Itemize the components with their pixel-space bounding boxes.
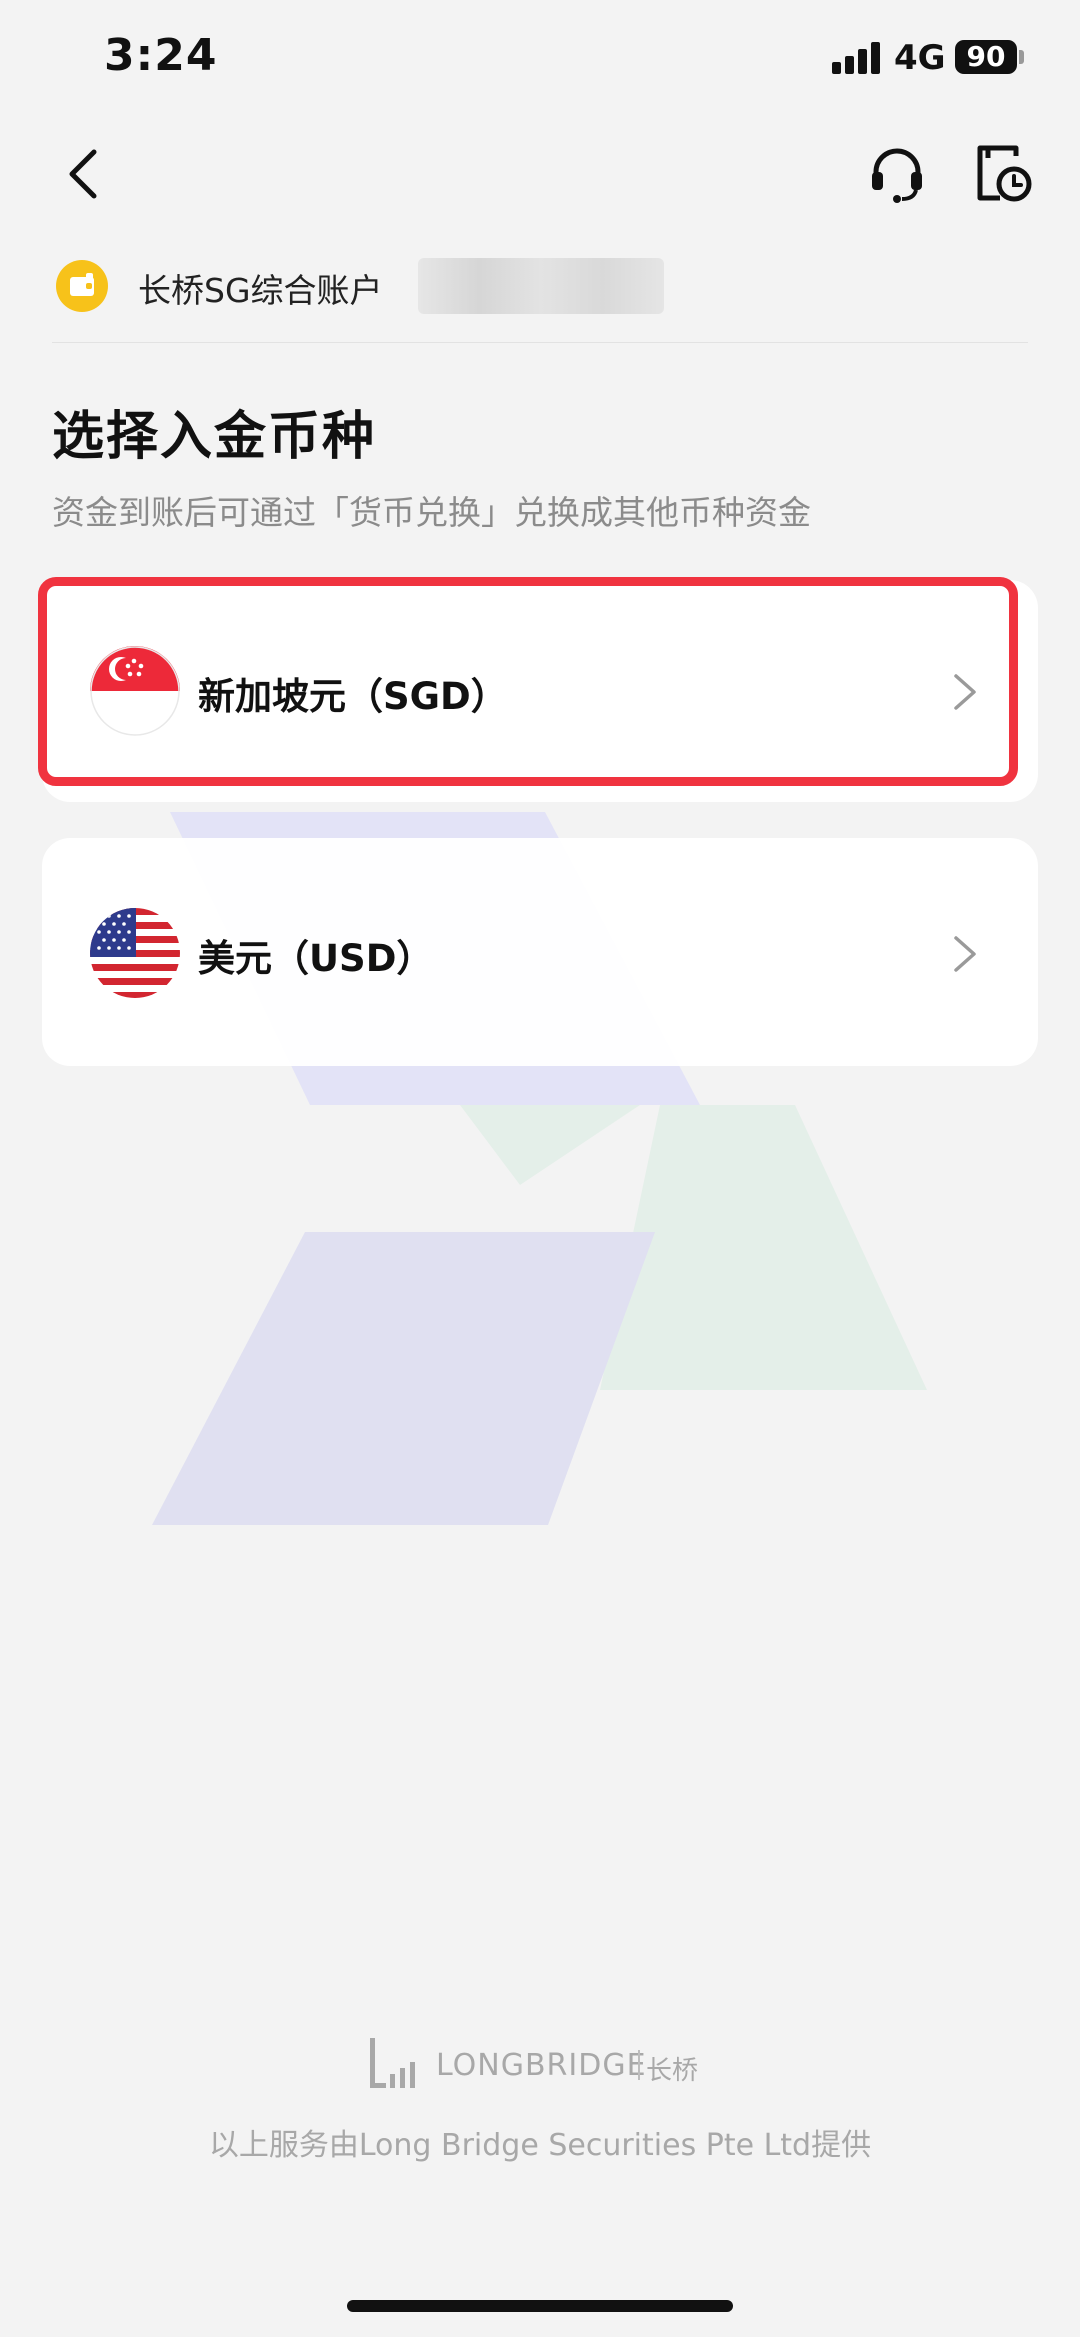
brand-separator [638, 2050, 640, 2080]
account-number-masked [418, 258, 664, 314]
currency-label: 美元（USD） [198, 937, 434, 980]
back-arrow-icon[interactable] [56, 142, 116, 202]
wallet-icon [56, 260, 108, 312]
chevron-right-icon [950, 932, 980, 976]
currency-option-usd[interactable]: 美元（USD） [42, 838, 1038, 1066]
home-indicator[interactable] [347, 2300, 733, 2312]
account-name: 长桥SG综合账户 [138, 271, 383, 310]
records-clock-icon[interactable] [972, 142, 1034, 204]
brand-name: LONGBRIDGE [436, 2048, 647, 2083]
headset-icon[interactable] [866, 142, 928, 204]
footer-text: 以上服务由Long Bridge Securities Pte Ltd提供 [208, 2128, 872, 2163]
selection-highlight [38, 577, 1018, 786]
page-subtitle: 资金到账后可通过「货币兑换」兑换成其他币种资金 [52, 493, 811, 532]
divider [52, 342, 1028, 343]
signal-icon [832, 42, 882, 74]
status-time: 3:24 [104, 30, 218, 81]
longbridge-logo-icon [370, 2036, 426, 2092]
battery-cap [1019, 50, 1024, 64]
status-bar: 3:24 4G 90 [0, 0, 1080, 120]
page-title: 选择入金币种 [52, 407, 377, 467]
network-type: 4G [894, 38, 946, 78]
account-row[interactable]: 长桥SG综合账户 [56, 258, 1036, 314]
usa-flag-icon [90, 908, 180, 998]
brand-name-cn: 长桥 [646, 2056, 699, 2086]
battery-icon: 90 [955, 40, 1017, 74]
